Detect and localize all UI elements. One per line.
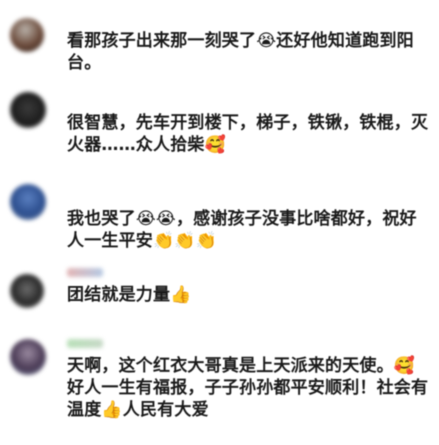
username-blur[interactable] [67,268,103,277]
avatar[interactable] [10,18,44,52]
thumbs-up-emoji-icon: 👍 [170,285,192,305]
smiling-emoji-icon: 🥰 [393,356,416,376]
comment-item: 我也哭了😭😭，感谢孩子没事比啥都好，祝好人一生平安👏👏👏 [0,178,439,258]
comment-text: 很智慧，先车开到楼下，梯子，铁锹，铁棍，灭火器……众人拾柴🥰 [67,113,429,155]
username-blur[interactable] [67,339,103,348]
avatar[interactable] [10,184,46,220]
clap-emoji-icon: 👏👏👏 [153,231,218,251]
smiling-emoji-icon: 🥰 [204,135,226,155]
comment-text: 看那孩子出来那一刻哭了😭还好他知道跑到阳台。 [67,31,414,73]
comment-text: 我也哭了😭😭，感谢孩子没事比啥都好，祝好人一生平安👏👏👏 [67,209,417,251]
thumbs-up-emoji-icon: 👍 [101,400,123,420]
comment-item: 团结就是力量👍 [0,258,439,318]
crying-emoji-icon: 😭 [256,31,277,51]
avatar[interactable] [10,92,46,128]
avatar[interactable] [10,339,46,375]
comment-item: 看那孩子出来那一刻哭了😭还好他知道跑到阳台。 [0,0,439,80]
comment-item: 天啊，这个红衣大哥真是上天派来的天使。🥰好人一生有福报，子子孙孙都平安顺利！社会… [0,325,439,445]
comment-feed: 看那孩子出来那一刻哭了😭还好他知道跑到阳台。 很智慧，先车开到楼下，梯子，铁锹，… [0,0,439,445]
comment-text: 天啊，这个红衣大哥真是上天派来的天使。🥰好人一生有福报，子子孙孙都平安顺利！社会… [67,356,429,420]
crying-emoji-icon: 😭😭 [135,209,176,229]
comment-text: 团结就是力量👍 [67,285,192,305]
comment-item: 很智慧，先车开到楼下，梯子，铁锹，铁棍，灭火器……众人拾柴🥰 [0,80,439,175]
avatar[interactable] [10,274,44,308]
